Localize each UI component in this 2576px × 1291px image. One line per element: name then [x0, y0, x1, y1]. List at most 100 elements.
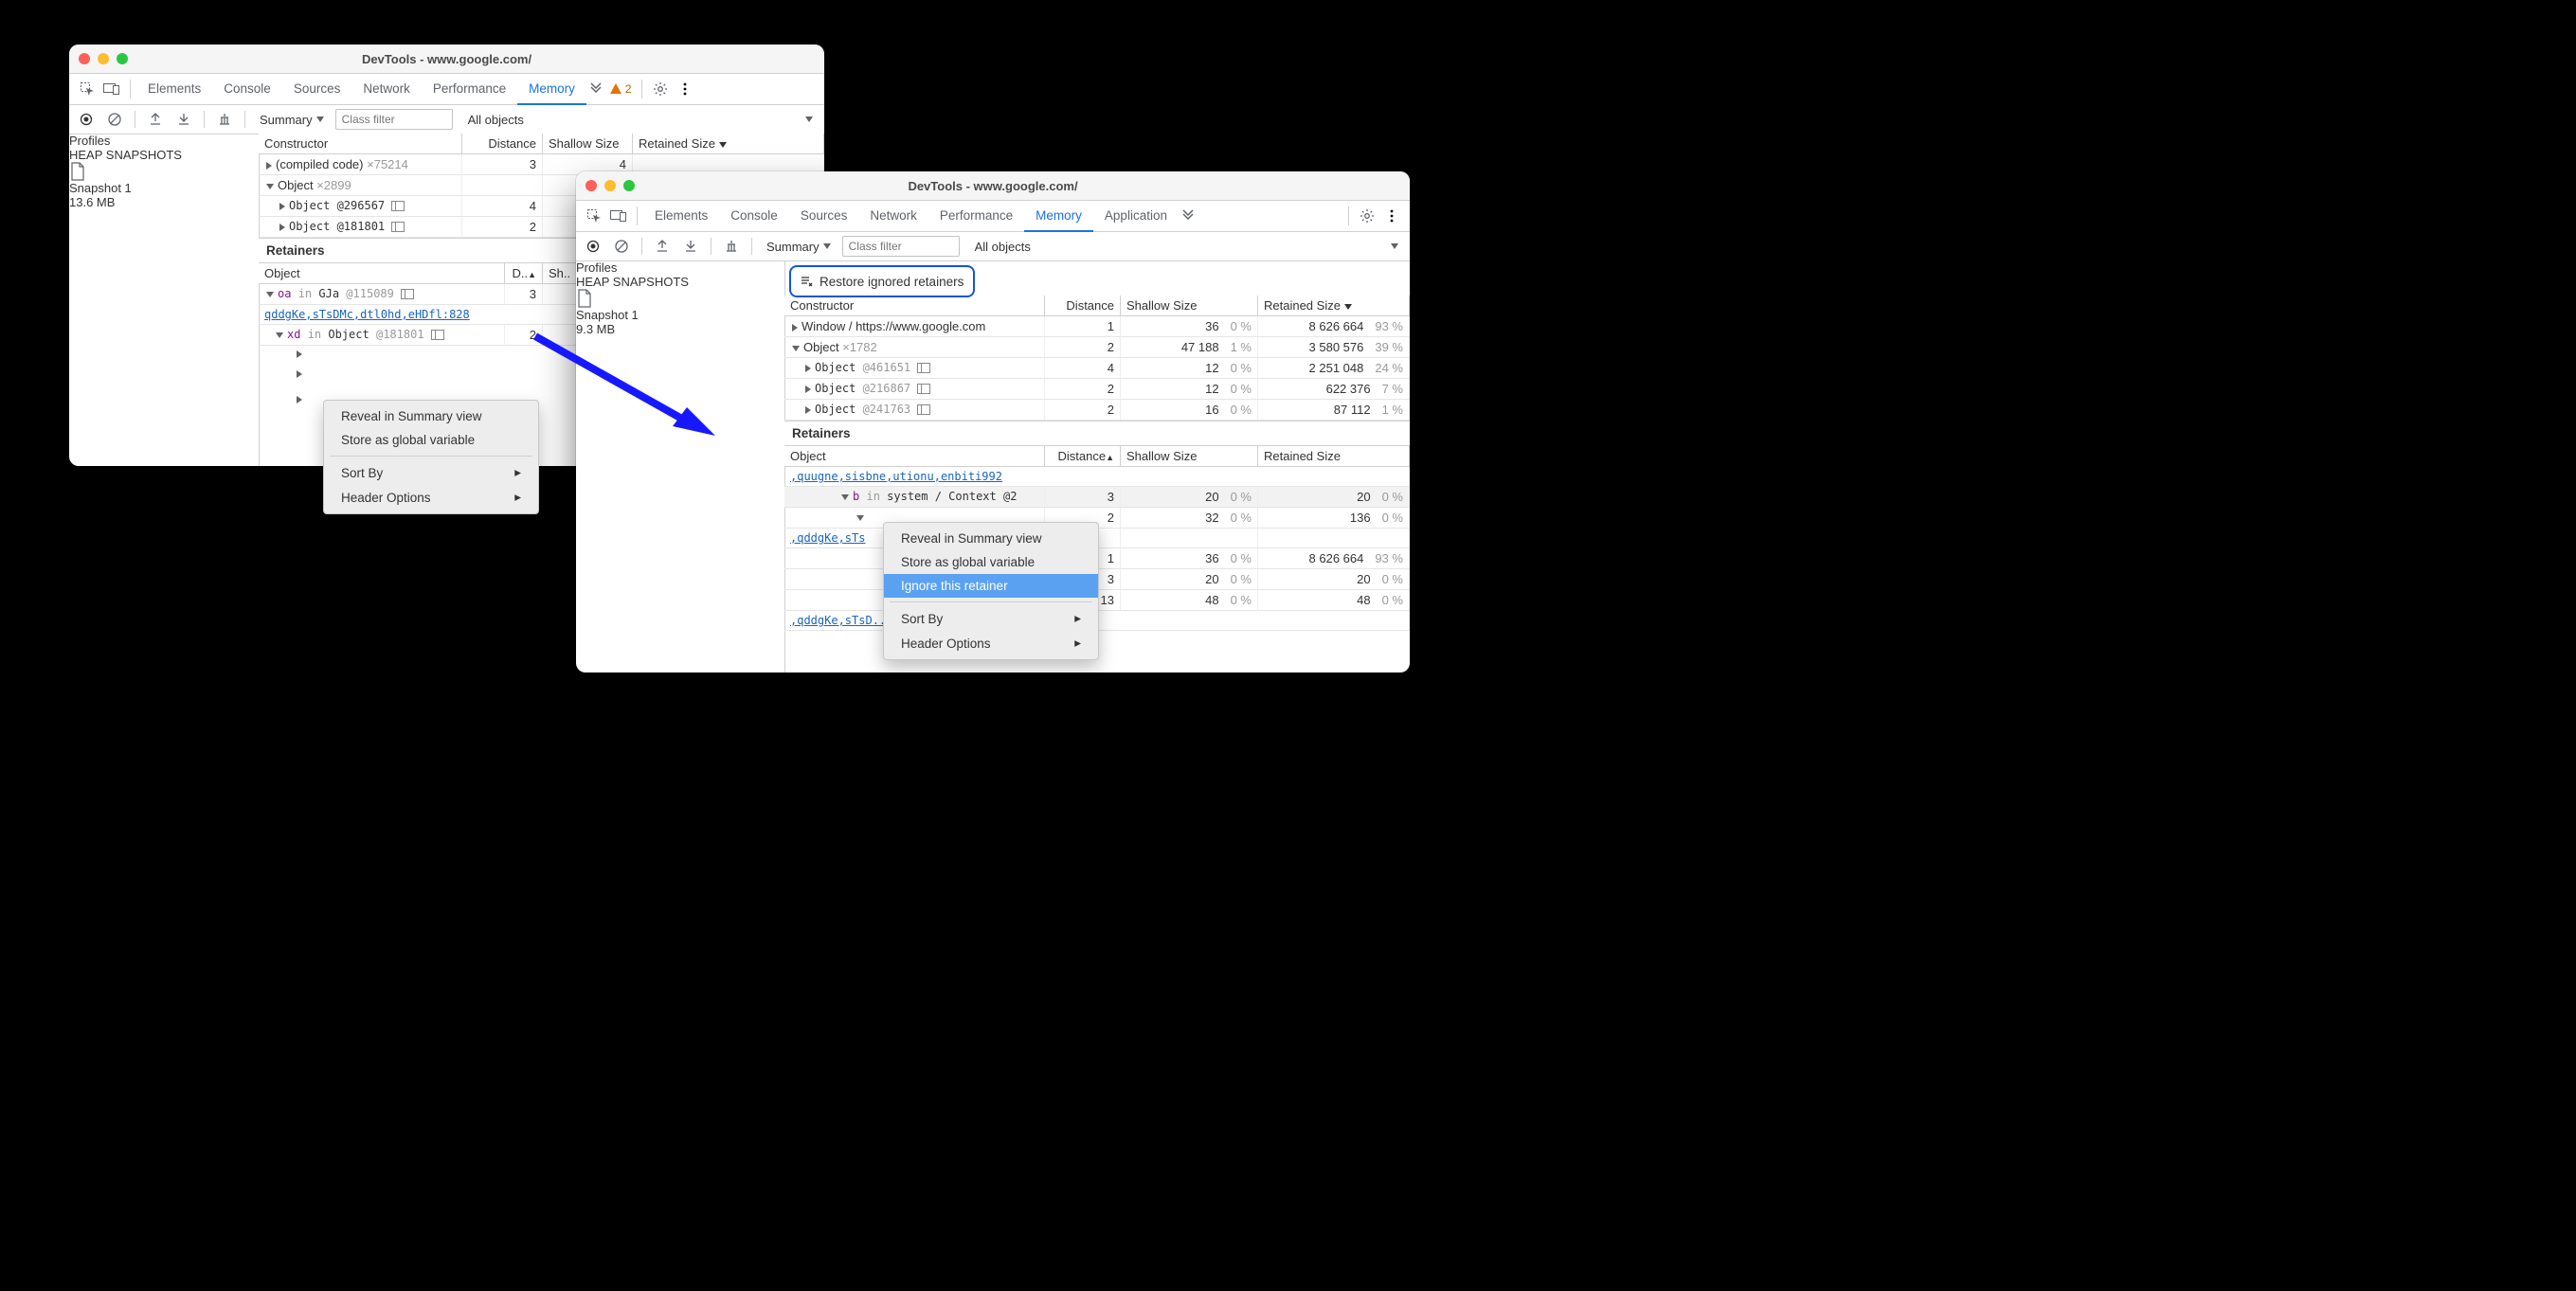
class-filter-input[interactable] — [335, 109, 453, 130]
snapshot-name: Snapshot 1 — [69, 181, 259, 195]
inspect-icon[interactable] — [582, 204, 606, 228]
col-constructor[interactable]: Constructor — [784, 296, 1045, 316]
download-icon[interactable] — [172, 108, 195, 131]
menu-divider — [890, 601, 1092, 602]
menu-store[interactable]: Store as global variable — [884, 550, 1098, 574]
col-shallow[interactable]: Shallow Size — [543, 134, 633, 154]
tab-console[interactable]: Console — [719, 201, 789, 231]
tab-elements[interactable]: Elements — [643, 201, 719, 231]
clear-icon[interactable] — [610, 235, 633, 258]
restore-ignored-button[interactable]: Restore ignored retainers — [789, 265, 975, 297]
table-row[interactable]: Object @296567 — [259, 196, 462, 217]
tab-sources[interactable]: Sources — [789, 201, 859, 231]
view-dropdown[interactable]: Summary — [254, 113, 330, 127]
tab-performance[interactable]: Performance — [422, 74, 517, 104]
col-distance[interactable]: Distance — [1045, 296, 1121, 316]
tab-memory[interactable]: Memory — [1024, 201, 1093, 232]
inspect-icon[interactable] — [75, 77, 99, 101]
tabs-overflow-icon[interactable] — [1179, 204, 1198, 228]
chevron-down-icon[interactable] — [1391, 243, 1398, 249]
scope-dropdown[interactable]: All objects — [969, 240, 1036, 254]
tab-application[interactable]: Application — [1093, 201, 1179, 231]
table-row[interactable]: Object ×1782 — [784, 337, 1045, 358]
warning-badge[interactable]: 2 — [605, 82, 636, 96]
col-retained[interactable]: Retained Size — [1258, 446, 1410, 467]
context-menu: Reveal in Summary view Store as global v… — [883, 522, 1099, 660]
traffic-lights — [79, 53, 128, 64]
retainers-header: Retainers — [784, 421, 1410, 446]
tab-sources[interactable]: Sources — [282, 74, 352, 104]
col-distance-abbr[interactable]: D..▲ — [505, 263, 543, 284]
col-object[interactable]: Object — [784, 446, 1045, 467]
gc-icon[interactable] — [720, 235, 743, 258]
heap-snapshots-header: HEAP SNAPSHOTS — [69, 148, 259, 162]
col-shallow[interactable]: Shallow Size — [1121, 446, 1258, 467]
class-filter-input[interactable] — [842, 236, 960, 257]
chevron-down-icon[interactable] — [805, 117, 813, 122]
record-icon[interactable] — [582, 235, 604, 258]
table-row[interactable]: b in system / Context @2 — [784, 487, 1045, 508]
upload-icon[interactable] — [651, 235, 674, 258]
col-distance[interactable]: Distance — [462, 134, 543, 154]
view-dropdown[interactable]: Summary — [761, 240, 837, 254]
menu-header-options[interactable]: Header Options▸ — [324, 485, 538, 510]
minimize-button[interactable] — [604, 180, 616, 191]
table-row[interactable]: Object @241763 — [784, 400, 1045, 421]
menu-header-options[interactable]: Header Options▸ — [884, 631, 1098, 655]
download-icon[interactable] — [679, 235, 702, 258]
tab-console[interactable]: Console — [212, 74, 282, 104]
menu-sort[interactable]: Sort By▸ — [324, 460, 538, 485]
kebab-icon[interactable] — [673, 77, 697, 101]
upload-icon[interactable] — [144, 108, 167, 131]
snapshot-item[interactable]: Snapshot 1 13.6 MB — [69, 162, 259, 209]
tab-memory[interactable]: Memory — [517, 74, 586, 105]
tab-elements[interactable]: Elements — [136, 74, 212, 104]
scope-dropdown[interactable]: All objects — [462, 113, 530, 127]
gc-icon[interactable] — [213, 108, 236, 131]
device-icon[interactable] — [606, 204, 631, 228]
settings-icon[interactable] — [1355, 204, 1379, 228]
tab-network[interactable]: Network — [858, 201, 928, 231]
devtools-tabbar: Elements Console Sources Network Perform… — [576, 201, 1410, 232]
table-row[interactable]: Object @461651 — [784, 358, 1045, 379]
device-icon[interactable] — [99, 77, 124, 101]
memory-toolbar: Summary All objects — [576, 232, 1410, 261]
menu-divider — [330, 456, 532, 457]
window-title: DevTools - www.google.com/ — [576, 179, 1410, 193]
menu-reveal[interactable]: Reveal in Summary view — [324, 404, 538, 428]
tab-network[interactable]: Network — [351, 74, 422, 104]
snapshot-name: Snapshot 1 — [576, 308, 784, 322]
table-row[interactable]: ,quugne,sisbne,utionu,enbiti992 — [784, 467, 1410, 487]
table-row[interactable]: Window / https://www.google.com — [784, 316, 1045, 337]
window-title: DevTools - www.google.com/ — [69, 52, 824, 66]
table-row[interactable]: oa in GJa @115089 — [259, 284, 505, 305]
col-retained[interactable]: Retained Size — [1258, 296, 1410, 316]
table-row[interactable]: Object @216867 — [784, 379, 1045, 400]
col-object[interactable]: Object — [259, 263, 505, 284]
menu-sort[interactable]: Sort By▸ — [884, 606, 1098, 631]
table-row[interactable]: Object ×2899 — [259, 175, 462, 196]
tabs-overflow-icon[interactable] — [586, 77, 605, 101]
clear-icon[interactable] — [103, 108, 126, 131]
menu-reveal[interactable]: Reveal in Summary view — [884, 527, 1098, 550]
table-row[interactable]: xd in Object @181801 — [259, 325, 505, 346]
menu-ignore-retainer[interactable]: Ignore this retainer — [884, 574, 1098, 598]
kebab-icon[interactable] — [1379, 204, 1404, 228]
settings-icon[interactable] — [648, 77, 673, 101]
col-constructor[interactable]: Constructor — [259, 134, 462, 154]
minimize-button[interactable] — [98, 53, 109, 64]
col-retained[interactable]: Retained Size — [633, 134, 824, 154]
menu-store[interactable]: Store as global variable — [324, 428, 538, 452]
close-button[interactable] — [79, 53, 90, 64]
table-row[interactable]: (compiled code) ×75214 — [259, 154, 462, 175]
col-shallow[interactable]: Shallow Size — [1121, 296, 1258, 316]
close-button[interactable] — [585, 180, 597, 191]
maximize-button[interactable] — [117, 53, 128, 64]
restore-label: Restore ignored retainers — [820, 275, 964, 289]
col-distance[interactable]: Distance▲ — [1045, 446, 1121, 467]
tab-performance[interactable]: Performance — [928, 201, 1024, 231]
record-icon[interactable] — [75, 108, 98, 131]
table-row[interactable]: Object @181801 — [259, 217, 462, 238]
maximize-button[interactable] — [623, 180, 635, 191]
constructors-table[interactable]: Constructor Distance Shallow Size Retain… — [784, 296, 1410, 421]
